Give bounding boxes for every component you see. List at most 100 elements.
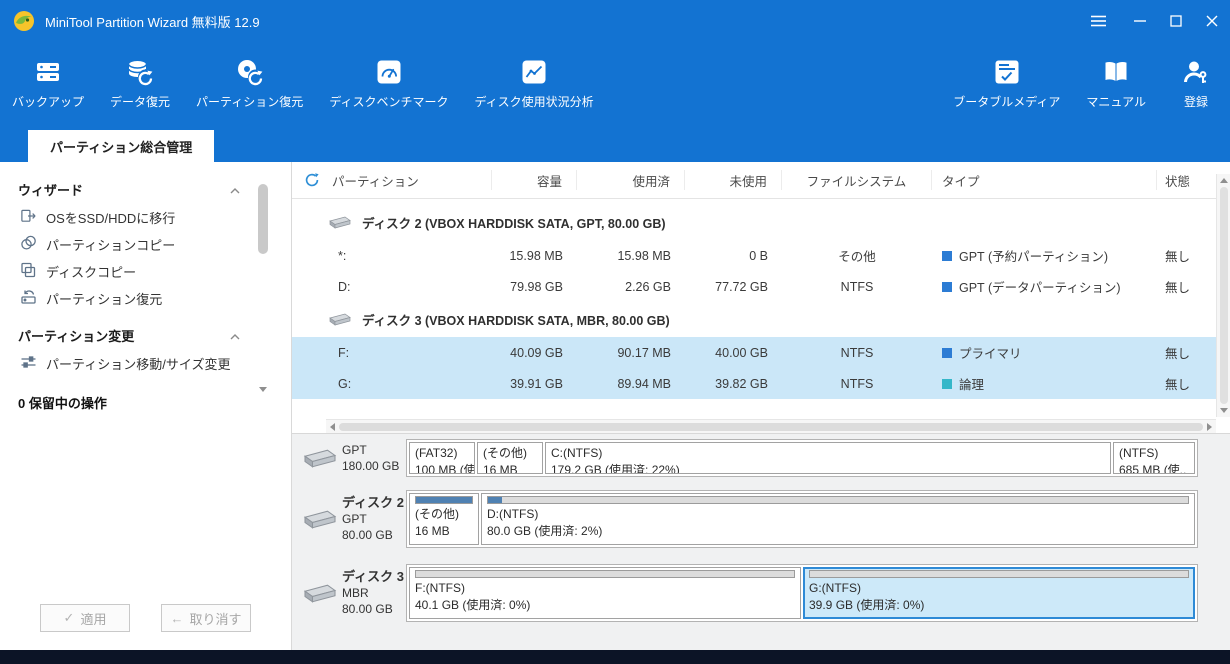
cell-type: プライマリ xyxy=(932,337,1157,368)
toolbar-bootable-media-button[interactable]: ブータブルメディア xyxy=(953,56,1060,110)
window-controls xyxy=(1080,0,1230,42)
disk2-scheme: GPT xyxy=(342,512,367,526)
partition-block-fat32[interactable]: (FAT32) 100 MB (使.. xyxy=(409,442,475,474)
apply-button[interactable]: ✓ 適用 xyxy=(40,604,130,632)
cell-status: 無し xyxy=(1165,378,1191,392)
table-row-g[interactable]: G: 39.91 GB 89.94 MB 39.82 GB NTFS 論理 無し xyxy=(292,368,1216,399)
partition-block-recovery[interactable]: (NTFS) 685 MB (使.. xyxy=(1113,442,1195,474)
disk-icon xyxy=(298,447,342,470)
cell-status: 無し xyxy=(1165,281,1191,295)
disk2-name: ディスク 2 xyxy=(342,495,404,510)
toolbar-partition-recovery-label: パーティション復元 xyxy=(196,95,304,109)
sidebar-item-disk-copy[interactable]: ディスクコピー xyxy=(18,258,250,285)
data-recovery-icon xyxy=(126,56,154,86)
disk1-map-row: GPT 180.00 GB (FAT32) 100 MB (使.. (その他) … xyxy=(298,438,1230,478)
sidebar-section-wizard-title: ウィザード xyxy=(18,182,84,198)
partition-block-other1[interactable]: (その他) 16 MB xyxy=(477,442,543,474)
disk2-size: 80.00 GB xyxy=(342,528,393,542)
cell-unused: 0 B xyxy=(749,248,768,263)
toolbar-data-recovery-button[interactable]: データ復元 xyxy=(110,56,170,110)
undo-button[interactable]: ← 取り消す xyxy=(161,604,251,632)
disk3-map-row: ディスク 3 MBR 80.00 GB F:(NTFS) 40.1 GB (使用… xyxy=(298,560,1230,626)
partition-block-d[interactable]: D:(NTFS) 80.0 GB (使用済: 2%) xyxy=(481,493,1195,545)
cell-status: 無し xyxy=(1165,250,1191,264)
cell-capacity: 15.98 MB xyxy=(509,248,563,263)
minitool-logo-icon xyxy=(12,9,36,33)
disk-usage-analysis-icon xyxy=(520,56,548,86)
scroll-left-arrow[interactable] xyxy=(330,422,335,431)
disk-benchmark-icon xyxy=(375,56,403,86)
sidebar-section-partition-change[interactable]: パーティション変更 xyxy=(18,320,240,350)
disk3-scheme: MBR xyxy=(342,586,369,600)
horizontal-scrollbar-thumb[interactable] xyxy=(339,422,1203,431)
disk-icon xyxy=(328,215,352,230)
disk2-group-row[interactable]: ディスク 2 (VBOX HARDDISK SATA, GPT, 80.00 G… xyxy=(292,205,1216,240)
sidebar-item-partition-copy[interactable]: パーティションコピー xyxy=(18,231,250,258)
disk1-labels: GPT 180.00 GB xyxy=(342,442,406,474)
sidebar-action-buttons: ✓ 適用 ← 取り消す xyxy=(40,604,251,632)
toolbar-partition-recovery-button[interactable]: パーティション復元 xyxy=(196,56,303,110)
partition-type-color-icon xyxy=(942,378,952,389)
minimize-button[interactable] xyxy=(1122,0,1158,42)
toolbar-register-button[interactable]: 登録 xyxy=(1172,56,1220,110)
sidebar-scrollbar[interactable] xyxy=(257,184,269,392)
disk2-labels: ディスク 2 GPT 80.00 GB xyxy=(342,495,406,543)
scroll-down-arrow[interactable] xyxy=(1219,408,1228,413)
toolbar-backup-button[interactable]: バックアップ xyxy=(12,56,84,110)
disk3-labels: ディスク 3 MBR 80.00 GB xyxy=(342,569,406,617)
partition-type-color-icon xyxy=(942,250,952,261)
manual-icon xyxy=(1102,56,1130,86)
refresh-icon[interactable] xyxy=(304,172,320,188)
chevron-up-icon xyxy=(230,182,240,197)
cell-filesystem: NTFS xyxy=(840,376,874,391)
table-row-reserved[interactable]: *: 15.98 MB 15.98 MB 0 B その他 GPT (予約パーティ… xyxy=(292,240,1216,271)
table-row-d[interactable]: D: 79.98 GB 2.26 GB 77.72 GB NTFS GPT (デ… xyxy=(292,271,1216,302)
disk3-group-row[interactable]: ディスク 3 (VBOX HARDDISK SATA, MBR, 80.00 G… xyxy=(292,302,1216,337)
toolbar-manual-button[interactable]: マニュアル xyxy=(1086,56,1146,110)
sidebar-item-migrate-os[interactable]: OSをSSD/HDDに移行 xyxy=(18,204,250,231)
partition-block-other2[interactable]: (その他) 16 MB xyxy=(409,493,479,545)
toolbar-disk-benchmark-button[interactable]: ディスクベンチマーク xyxy=(329,56,448,110)
table-row-f[interactable]: F: 40.09 GB 90.17 MB 40.00 GB NTFS プライマリ… xyxy=(292,337,1216,368)
sidebar-item-move-resize[interactable]: パーティション移動/サイズ変更 xyxy=(18,350,250,377)
table-horizontal-scrollbar[interactable] xyxy=(326,419,1216,433)
partition-block-f[interactable]: F:(NTFS) 40.1 GB (使用済: 0%) xyxy=(409,567,801,619)
usage-strip xyxy=(415,570,795,578)
titlebar: MiniTool Partition Wizard 無料版 12.9 xyxy=(0,0,1230,42)
cell-unused: 39.82 GB xyxy=(715,376,768,391)
sidebar-item-migrate-os-label: OSをSSD/HDDに移行 xyxy=(46,211,176,226)
menu-icon[interactable] xyxy=(1080,0,1116,42)
usage-strip xyxy=(487,496,1189,504)
disk1-size: 180.00 GB xyxy=(342,459,400,473)
cell-name: *: xyxy=(338,248,347,263)
table-vertical-scrollbar[interactable] xyxy=(1216,174,1230,417)
tab-bar: パーティション総合管理 xyxy=(0,130,1230,162)
scroll-up-arrow[interactable] xyxy=(1219,178,1228,183)
sidebar-item-partition-recovery[interactable]: パーティション復元 xyxy=(18,285,250,312)
sidebar-scrollbar-down-arrow[interactable] xyxy=(259,387,267,392)
scroll-right-arrow[interactable] xyxy=(1207,422,1212,431)
partition-recovery-side-icon xyxy=(20,289,37,308)
cell-name: D: xyxy=(338,279,351,294)
toolbar-backup-label: バックアップ xyxy=(12,95,85,109)
usage-strip xyxy=(415,496,473,504)
close-button[interactable] xyxy=(1194,0,1230,42)
toolbar-disk-usage-analysis-label: ディスク使用状況分析 xyxy=(474,95,594,109)
disk-icon xyxy=(298,582,342,605)
cell-status: 無し xyxy=(1165,347,1191,361)
toolbar: バックアップ データ復元 パーティション復元 ディスクベンチマーク ディスク使用… xyxy=(0,42,1230,130)
tab-partition-management[interactable]: パーティション総合管理 xyxy=(28,130,215,162)
sidebar-section-wizard[interactable]: ウィザード xyxy=(18,174,240,204)
disk-icon xyxy=(298,508,342,531)
partition-block-g[interactable]: G:(NTFS) 39.9 GB (使用済: 0%) xyxy=(803,567,1195,619)
maximize-button[interactable] xyxy=(1158,0,1194,42)
toolbar-disk-usage-analysis-button[interactable]: ディスク使用状況分析 xyxy=(474,56,594,110)
partition-block-c[interactable]: C:(NTFS) 179.2 GB (使用済: 22%) xyxy=(545,442,1111,474)
disk-map: GPT 180.00 GB (FAT32) 100 MB (使.. (その他) … xyxy=(292,433,1230,650)
disk2-partitions: (その他) 16 MB D:(NTFS) 80.0 GB (使用済: 2%) xyxy=(406,490,1198,548)
disk3-group-label: ディスク 3 (VBOX HARDDISK SATA, MBR, 80.00 G… xyxy=(362,314,670,328)
sidebar-scrollbar-thumb[interactable] xyxy=(258,184,268,254)
vertical-scrollbar-thumb[interactable] xyxy=(1219,187,1228,404)
pending-operations: 0 保留中の操作 xyxy=(18,396,107,411)
cell-unused: 77.72 GB xyxy=(715,279,768,294)
